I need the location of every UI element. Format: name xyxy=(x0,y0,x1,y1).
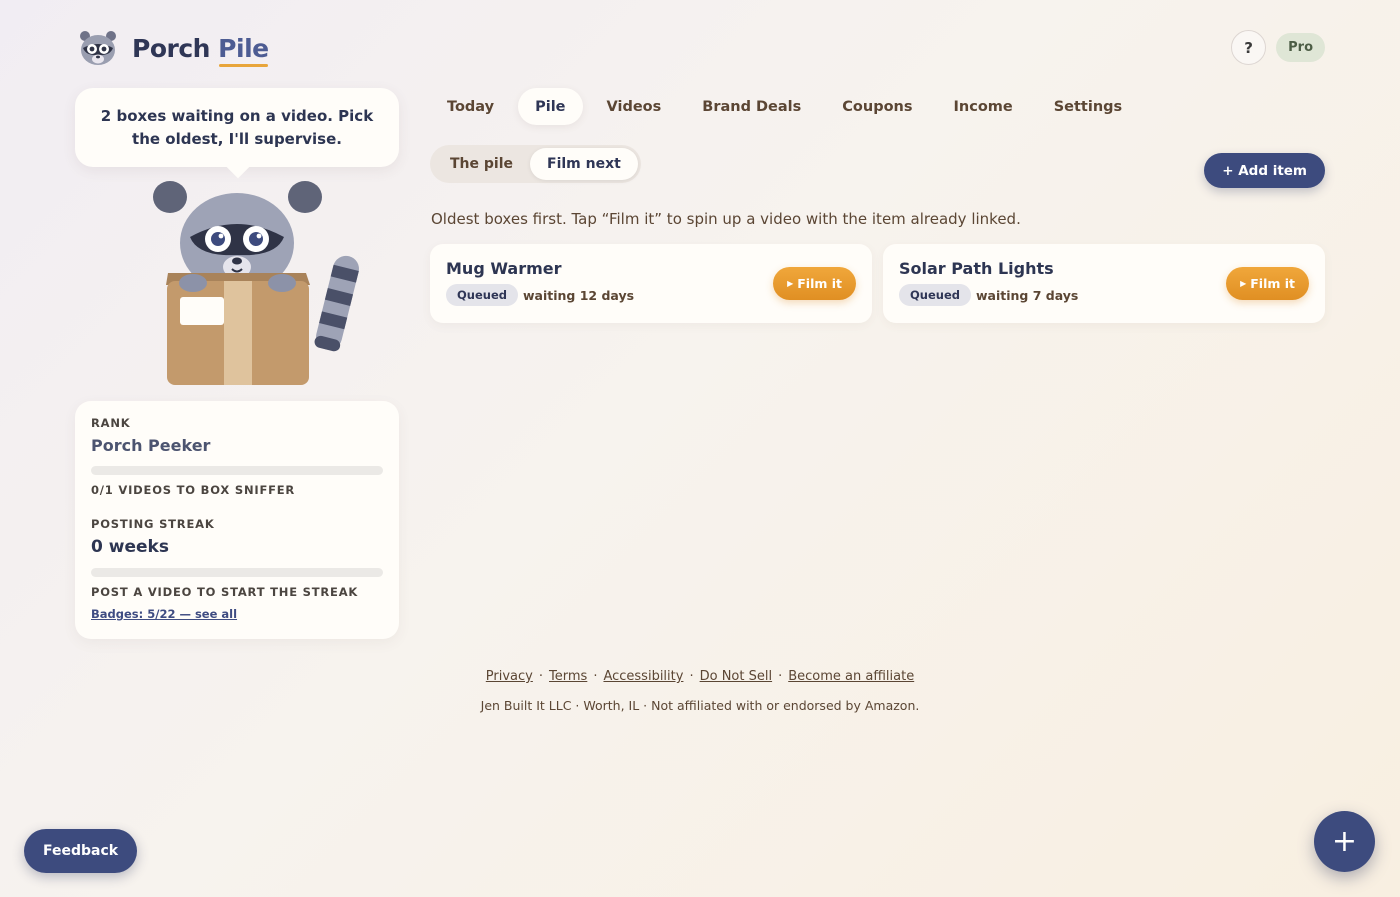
badges-link[interactable]: Badges: 5/22 — see all xyxy=(91,607,237,621)
header-actions: ? Pro xyxy=(1231,30,1325,65)
rank-progress-bar xyxy=(91,466,383,475)
status-badge: Queued xyxy=(446,284,518,306)
play-triangle-icon: ▶ xyxy=(787,279,794,288)
brand-name: Porch Pile xyxy=(132,33,269,63)
streak-value: 0 weeks xyxy=(91,537,169,557)
footer-copyright: Jen Built It LLC · Worth, IL · Not affil… xyxy=(480,698,920,713)
film-next-hint: Oldest boxes first. Tap “Film it” to spi… xyxy=(431,210,1021,228)
segment-film-next[interactable]: Film next xyxy=(530,148,638,180)
rank-progress-caption: 0/1 VIDEOS TO BOX SNIFFER xyxy=(91,483,296,497)
film-it-label: Film it xyxy=(797,276,842,291)
raccoon-logo-icon xyxy=(80,31,116,65)
progress-card: RANK Porch Peeker 0/1 VIDEOS TO BOX SNIF… xyxy=(75,401,399,639)
footer-link-privacy[interactable]: Privacy xyxy=(486,669,533,684)
tab-videos[interactable]: Videos xyxy=(590,88,679,125)
mascot-speech-bubble: 2 boxes waiting on a video. Pick the old… xyxy=(75,88,399,167)
pile-view-toggle: The pile Film next xyxy=(430,145,641,183)
tab-settings[interactable]: Settings xyxy=(1037,88,1139,125)
waiting-time: waiting 12 days xyxy=(522,287,635,303)
streak-progress-bar xyxy=(91,568,383,577)
footer-link-do-not-sell[interactable]: Do Not Sell xyxy=(700,669,772,684)
status-badge: Queued xyxy=(899,284,971,306)
footer-links: Privacy · Terms · Accessibility · Do Not Sell ·… xyxy=(485,669,915,684)
footer-link-affiliate[interactable]: Become an affiliate xyxy=(788,669,914,684)
play-triangle-icon: ▶ xyxy=(1240,279,1247,288)
add-item-button[interactable]: + Add item xyxy=(1204,153,1325,188)
film-it-button[interactable]: ▶ Film it xyxy=(1226,267,1309,300)
segment-the-pile[interactable]: The pile xyxy=(433,148,530,180)
brand-logo[interactable]: Porch Pile xyxy=(78,28,269,68)
footer-link-accessibility[interactable]: Accessibility xyxy=(603,669,683,684)
rank-name: Porch Peeker xyxy=(91,436,211,455)
rank-label: RANK xyxy=(91,416,131,430)
streak-label: POSTING STREAK xyxy=(91,517,215,531)
list-item: Mug Warmer Queued waiting 12 days ▶ Film… xyxy=(430,244,872,323)
tab-coupons[interactable]: Coupons xyxy=(825,88,929,125)
tab-income[interactable]: Income xyxy=(937,88,1030,125)
streak-caption: POST A VIDEO TO START THE STREAK xyxy=(91,585,359,599)
footer-link-terms[interactable]: Terms xyxy=(549,669,587,684)
raccoon-with-box-illustration xyxy=(153,181,359,385)
tab-today[interactable]: Today xyxy=(430,88,511,125)
film-it-button[interactable]: ▶ Film it xyxy=(773,267,856,300)
quick-add-button[interactable]: + xyxy=(1314,811,1375,872)
help-button[interactable]: ? xyxy=(1231,30,1267,65)
film-next-list: Mug Warmer Queued waiting 12 days ▶ Film… xyxy=(430,244,1325,323)
feedback-button[interactable]: Feedback xyxy=(24,829,138,873)
pro-badge[interactable]: Pro xyxy=(1276,33,1325,62)
list-item: Solar Path Lights Queued waiting 7 days … xyxy=(883,244,1325,323)
tab-pile[interactable]: Pile xyxy=(518,88,583,125)
main-nav: Today Pile Videos Brand Deals Coupons In… xyxy=(430,88,1146,125)
tab-brand-deals[interactable]: Brand Deals xyxy=(685,88,818,125)
waiting-time: waiting 7 days xyxy=(975,287,1079,303)
film-it-label: Film it xyxy=(1250,276,1295,291)
